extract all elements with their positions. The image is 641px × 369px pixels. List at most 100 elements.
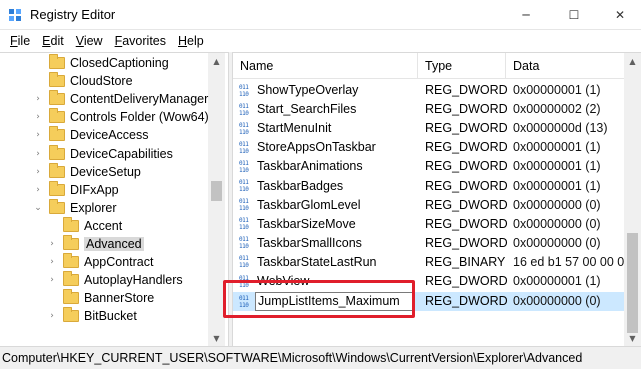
chevron-right-icon[interactable]: ›: [47, 275, 57, 285]
tree-item[interactable]: › DIFxApp: [33, 180, 119, 199]
tree-item-label: AppContract: [84, 255, 154, 270]
folder-icon: [63, 307, 79, 323]
value-name-cell: TaskbarGlomLevel: [239, 196, 418, 215]
scroll-up-icon[interactable]: ▲: [208, 53, 225, 70]
value-row[interactable]: StartMenuInit REG_DWORD 0x0000000d (13): [233, 119, 625, 138]
value-data: 0x00000002 (2): [513, 102, 601, 117]
chevron-right-icon[interactable]: ›: [33, 149, 43, 159]
scroll-thumb[interactable]: [211, 181, 222, 201]
value-row[interactable]: TaskbarStateLastRun REG_BINARY 16 ed b1 57…: [233, 253, 625, 272]
value-row[interactable]: TaskbarBadges REG_DWORD 0x00000001 (1): [233, 177, 625, 196]
scroll-down-icon[interactable]: ▼: [624, 330, 641, 346]
value-name: TaskbarBadges: [257, 178, 344, 193]
value-row[interactable]: TaskbarSizeMove REG_DWORD 0x00000000 (0): [233, 215, 625, 234]
chevron-right-icon[interactable]: ›: [47, 311, 57, 321]
value-row[interactable]: ShowTypeOverlay REG_DWORD 0x00000001 (1): [233, 81, 625, 100]
tree-item[interactable]: Accent: [47, 216, 122, 235]
scroll-up-icon[interactable]: ▲: [624, 53, 641, 70]
tree-item[interactable]: BannerStore: [47, 289, 154, 307]
column-data[interactable]: Data: [506, 53, 641, 79]
tree-item-label: DeviceAccess: [70, 128, 149, 143]
minimize-button[interactable]: ─: [503, 0, 549, 30]
value-name-cell: JumpListItems_Maximum: [239, 292, 418, 312]
tree-item[interactable]: CloudStore: [33, 72, 133, 90]
value-data: 0x00000001 (1): [513, 274, 601, 288]
tree-item[interactable]: ⌄ Explorer: [33, 198, 117, 217]
status-bar-path: Computer\HKEY_CURRENT_USER\SOFTWARE\Micr…: [0, 346, 641, 369]
chevron-right-icon[interactable]: ›: [47, 239, 57, 249]
menu-view[interactable]: View: [70, 34, 109, 48]
tree-item[interactable]: › Advanced: [47, 235, 144, 253]
tree-item[interactable]: ClosedCaptioning: [33, 54, 169, 72]
value-data: 0x00000000 (0): [513, 294, 601, 309]
menu-favorites[interactable]: Favorites: [109, 34, 172, 48]
value-type: REG_DWORD: [425, 216, 508, 231]
menu-file[interactable]: File: [4, 34, 36, 48]
key-tree[interactable]: ▲ ▼ ClosedCaptioning CloudStore › ContentDe…: [0, 52, 228, 346]
folder-icon: [49, 162, 65, 178]
value-name-cell: TaskbarSizeMove: [239, 215, 418, 234]
tree-item[interactable]: › AppContract: [47, 253, 153, 271]
value-type: REG_DWORD: [425, 121, 508, 136]
menu-edit[interactable]: Edit: [36, 34, 70, 48]
tree-item[interactable]: › BitBucket: [47, 307, 137, 325]
value-type: REG_DWORD: [425, 159, 508, 174]
reg-binary-value-icon: [239, 295, 253, 309]
tree-scrollbar[interactable]: ▲ ▼: [208, 53, 225, 346]
chevron-right-icon[interactable]: ›: [33, 185, 43, 195]
chevron-right-icon[interactable]: ›: [33, 130, 43, 140]
value-row[interactable]: StoreAppsOnTaskbar REG_DWORD 0x00000001 (1…: [233, 138, 625, 157]
value-row[interactable]: TaskbarAnimations REG_DWORD 0x00000001 (1): [233, 157, 625, 176]
value-name-cell: TaskbarSmallIcons: [239, 234, 418, 253]
value-name: TaskbarStateLastRun: [257, 254, 377, 269]
reg-binary-value-icon: [239, 255, 253, 269]
chevron-right-icon[interactable]: ›: [33, 112, 43, 122]
value-type: REG_DWORD: [425, 178, 508, 193]
chevron-down-icon[interactable]: ⌄: [33, 203, 43, 213]
chevron-right-icon[interactable]: ›: [47, 257, 57, 267]
close-button[interactable]: ✕: [597, 0, 641, 30]
menu-help[interactable]: Help: [172, 34, 210, 48]
rename-input[interactable]: JumpListItems_Maximum: [255, 292, 415, 312]
scroll-thumb[interactable]: [627, 233, 638, 333]
folder-icon: [49, 180, 65, 196]
column-type[interactable]: Type: [418, 53, 506, 79]
list-scrollbar[interactable]: ▲ ▼: [624, 53, 641, 346]
column-name[interactable]: Name: [233, 53, 418, 79]
tree-item[interactable]: › Controls Folder (Wow64): [33, 108, 209, 126]
value-list[interactable]: Name Type Data ShowTypeOverlay REG_DWORD 0…: [233, 52, 641, 346]
tree-item[interactable]: › DeviceCapabilities: [33, 144, 173, 163]
folder-icon: [49, 144, 65, 160]
value-row[interactable]: Start_SearchFiles REG_DWORD 0x00000002 (2): [233, 100, 625, 119]
value-row[interactable]: JumpListItems_Maximum REG_DWORD 0x00000000…: [233, 292, 625, 312]
value-name: StartMenuInit: [257, 121, 332, 136]
value-name: WebView: [257, 274, 310, 288]
tree-item[interactable]: › DeviceAccess: [33, 126, 149, 144]
scroll-down-icon[interactable]: ▼: [208, 330, 225, 346]
value-data: 0x0000000d (13): [513, 121, 608, 136]
reg-binary-value-icon: [239, 236, 253, 250]
chevron-right-icon[interactable]: ›: [33, 167, 43, 177]
value-type: REG_DWORD: [425, 102, 508, 117]
value-type: REG_DWORD: [425, 197, 508, 212]
tree-item[interactable]: › DeviceSetup: [33, 162, 141, 181]
chevron-right-icon[interactable]: ›: [33, 94, 43, 104]
tree-item-label: CloudStore: [70, 74, 133, 89]
value-name-cell: TaskbarStateLastRun: [239, 253, 418, 272]
value-data: 0x00000000 (0): [513, 235, 601, 250]
value-row[interactable]: TaskbarGlomLevel REG_DWORD 0x00000000 (0): [233, 196, 625, 215]
tree-item[interactable]: › AutoplayHandlers: [47, 271, 183, 289]
reg-binary-value-icon: [239, 198, 253, 212]
maximize-button[interactable]: ☐: [551, 0, 597, 30]
title-bar[interactable]: Registry Editor ─ ☐ ✕: [0, 0, 641, 30]
access-key: F: [10, 34, 18, 48]
value-type: REG_DWORD: [425, 83, 508, 97]
value-row[interactable]: TaskbarSmallIcons REG_DWORD 0x00000000 (0): [233, 234, 625, 253]
folder-icon: [63, 289, 79, 305]
value-row[interactable]: WebView REG_DWORD 0x00000001 (1): [233, 272, 625, 291]
tree-item-label: AutoplayHandlers: [84, 273, 183, 288]
tree-item[interactable]: › ContentDeliveryManager: [33, 90, 208, 108]
value-name: TaskbarGlomLevel: [257, 197, 361, 212]
